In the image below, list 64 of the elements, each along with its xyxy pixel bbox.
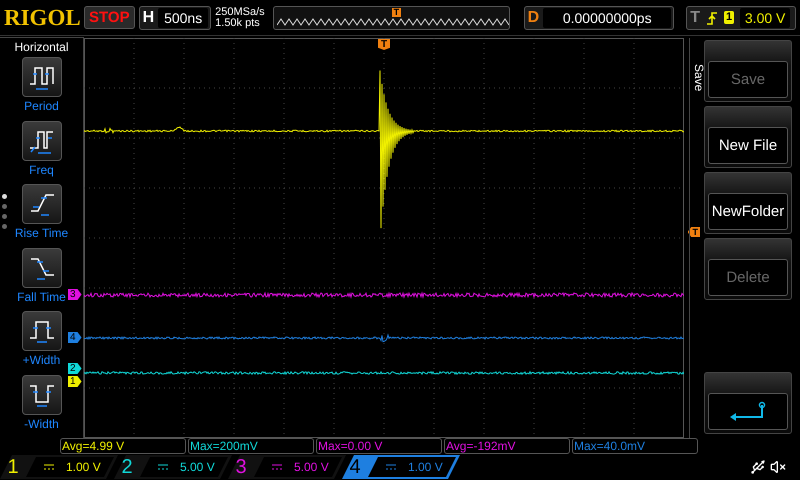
channel-marker[interactable]: 2 [68, 363, 82, 374]
measure-label: +Width [22, 353, 60, 367]
box-letter: T [690, 8, 700, 26]
softkey[interactable]: NewFolder [704, 172, 792, 234]
measurement-readout: Avg=-192mV [444, 438, 570, 454]
measure-label: Period [24, 99, 59, 113]
delay-box[interactable]: D 0.00000000ps [524, 6, 674, 30]
delay-value: 0.00000000ps [543, 8, 672, 28]
channel-tab[interactable]: 1 1.00 V [0, 455, 118, 479]
trigger-level: 3.00 V [740, 8, 790, 28]
rising-edge-icon [706, 10, 718, 26]
measure-button[interactable] [22, 184, 62, 224]
channel-scale: 5.00 V [180, 460, 215, 474]
channel-number: 3 [234, 456, 248, 478]
channel-scale: 5.00 V [294, 460, 329, 474]
channel-scale: 1.00 V [66, 460, 101, 474]
trigger-box[interactable]: T 1 3.00 V [686, 6, 796, 30]
usb-icon [750, 459, 766, 475]
dc-coupling-icon [158, 464, 168, 470]
measure-button[interactable] [22, 248, 62, 288]
trigger-channel: 1 [724, 11, 734, 24]
measure-button[interactable] [22, 57, 62, 97]
measure-button[interactable] [22, 120, 62, 160]
dc-coupling-icon [386, 464, 396, 470]
measure-button[interactable] [22, 374, 62, 414]
memory-depth: 1.50k pts [215, 18, 261, 28]
measurement-readout: Avg=4.99 V [60, 438, 186, 454]
box-letter: D [528, 8, 540, 26]
timebase-box[interactable]: H 500ns [138, 6, 212, 30]
measurement-readout: Max=200mV [188, 438, 314, 454]
channel-number: 4 [348, 456, 362, 478]
return-arrow-icon [728, 400, 768, 422]
dc-coupling-icon [44, 464, 54, 470]
measurement-readout: Max=40.0mV [572, 438, 698, 454]
channel-tab[interactable]: 2 5.00 V [114, 455, 232, 479]
channel-number: 2 [120, 456, 134, 478]
measurement-readout: Max=0.00 V [316, 438, 442, 454]
box-letter: H [142, 8, 154, 26]
run-state-indicator[interactable]: STOP [84, 6, 135, 29]
menu-title: Horizontal [14, 39, 69, 56]
channel-marker[interactable]: 3 [68, 289, 82, 300]
trigger-position-marker: T [392, 8, 402, 16]
channel-scale: 1.00 V [408, 460, 443, 474]
wave-icon [276, 18, 509, 26]
dc-coupling-icon [272, 464, 282, 470]
channel-tab[interactable]: 4 1.00 V [342, 455, 460, 479]
trigger-position-marker: T [378, 39, 390, 50]
sample-rate: 250MSa/s [215, 6, 265, 18]
measure-label: Rise Time [14, 226, 68, 240]
timebase-value: 500ns [158, 8, 208, 28]
measure-button[interactable] [22, 311, 62, 351]
measure-label: Fall Time [17, 290, 66, 304]
measure-label: -Width [24, 416, 59, 430]
channel-tab[interactable]: 3 5.00 V [228, 455, 346, 479]
speaker-muted-icon [770, 459, 786, 475]
trigger-level-marker: T [688, 227, 700, 237]
softkey[interactable]: New File [704, 106, 792, 168]
channel-number: 1 [6, 456, 20, 478]
back-softkey[interactable] [704, 372, 792, 434]
menu-title: Save [692, 64, 706, 92]
brand-logo: RIGOL [4, 4, 80, 30]
channel-marker[interactable]: 4 [68, 332, 82, 343]
measure-label: Freq [29, 162, 54, 176]
channel-marker[interactable]: 1 [68, 376, 82, 387]
